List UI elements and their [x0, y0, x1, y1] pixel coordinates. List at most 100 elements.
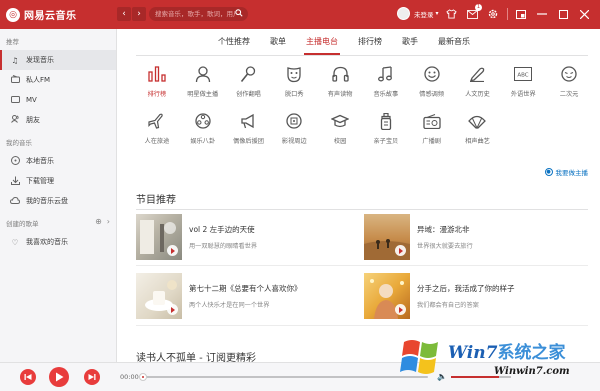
user-login[interactable]: 未登录 ▾ — [397, 7, 439, 20]
category-star-host[interactable]: 明星做主播 — [180, 63, 226, 98]
microphone-icon — [238, 63, 258, 85]
user-name[interactable]: 未登录 — [414, 9, 434, 19]
sidebar-section-recommend: 推荐 — [6, 38, 19, 46]
radio-set-icon — [422, 110, 442, 132]
tab-charts[interactable]: 排行榜 — [358, 29, 382, 55]
category-crosstalk-opera[interactable]: 相声曲艺 — [455, 110, 501, 145]
mail-icon[interactable]: 1 — [464, 4, 482, 21]
category-emotion-fm[interactable]: 情感调频 — [409, 63, 455, 98]
category-label: 音乐故事 — [373, 91, 399, 98]
program-title[interactable]: 第七十二期《总要有个人喜欢你》 — [189, 283, 302, 294]
play-icon[interactable] — [167, 304, 178, 315]
category-campus[interactable]: 校园 — [317, 110, 363, 145]
play-icon[interactable] — [395, 304, 406, 315]
search-input[interactable] — [155, 10, 235, 18]
program-subtitle: 世界很大就要去旅行 — [417, 243, 473, 250]
program-card[interactable]: vol 2 左手边的天使 用一双聪慧的眼睛看世界 — [136, 214, 356, 260]
sidebar-section-label: 创建的歌单 — [6, 220, 39, 228]
back-button[interactable]: ‹ — [117, 7, 131, 21]
program-thumbnail[interactable] — [136, 214, 182, 260]
category-travel[interactable]: 人在旅途 — [134, 110, 180, 145]
sidebar-item-cloud-disk[interactable]: 我的音乐云盘 — [0, 191, 116, 211]
category-label: 人文历史 — [465, 91, 490, 98]
collapse-icon[interactable]: › — [107, 217, 110, 226]
category-anime[interactable]: 二次元 — [546, 63, 592, 98]
volume-icon[interactable]: 🔈 — [437, 372, 447, 381]
player-bar: 00:00 🔈 — [0, 362, 600, 391]
tab-artists[interactable]: 歌手 — [402, 29, 418, 55]
category-parenting[interactable]: 亲子宝贝 — [363, 110, 409, 145]
graduation-cap-icon — [330, 110, 350, 132]
app-logo[interactable]: ◎ 网易云音乐 — [6, 7, 77, 22]
minimize-icon[interactable] — [534, 7, 550, 21]
tab-new-music[interactable]: 最新音乐 — [438, 29, 470, 55]
mv-icon — [10, 95, 20, 105]
program-subtitle: 两个人快乐才是在同一个世界 — [189, 302, 270, 309]
sidebar-item-liked-music[interactable]: ♡ 我喜欢的音乐 — [0, 232, 116, 252]
avatar[interactable] — [397, 7, 410, 20]
program-card[interactable]: 第七十二期《总要有个人喜欢你》 两个人快乐才是在同一个世界 — [136, 273, 356, 319]
add-playlist-icon[interactable]: ⊕ — [95, 217, 102, 226]
tab-dj-radio[interactable]: 主播电台 — [304, 29, 340, 55]
category-humanities-history[interactable]: 人文历史 — [455, 63, 501, 98]
previous-track-button[interactable] — [20, 369, 36, 385]
radio-icon — [10, 75, 20, 85]
sidebar-item-local-music[interactable]: 本地音乐 — [0, 151, 116, 171]
category-radio-drama[interactable]: 广播剧 — [409, 110, 455, 145]
category-music-story[interactable]: 音乐故事 — [363, 63, 409, 98]
category-cover-creation[interactable]: 创作翻唱 — [226, 63, 272, 98]
skin-icon[interactable] — [443, 7, 459, 21]
category-label: 二次元 — [559, 91, 579, 98]
category-talk-show[interactable]: 脱口秀 — [271, 63, 317, 98]
tab-personal-recommend[interactable]: 个性推荐 — [218, 29, 250, 55]
category-label: 创作翻唱 — [236, 91, 261, 98]
mail-badge: 1 — [474, 4, 482, 11]
volume-slider[interactable] — [451, 376, 511, 378]
progress-knob[interactable] — [139, 373, 147, 381]
next-track-button[interactable] — [84, 369, 100, 385]
search-box[interactable] — [149, 7, 248, 21]
category-label: 相声曲艺 — [465, 138, 490, 145]
program-thumbnail[interactable] — [136, 273, 182, 319]
program-thumbnail[interactable] — [364, 214, 410, 260]
tab-playlists[interactable]: 歌单 — [270, 29, 286, 55]
program-thumbnail[interactable] — [364, 273, 410, 319]
category-label: 娱乐八卦 — [190, 138, 216, 145]
sidebar-item-download[interactable]: 下载管理 — [0, 171, 116, 191]
category-idol-fanclub[interactable]: 偶像后援团 — [226, 110, 272, 145]
program-card[interactable]: 分手之后，我活成了你的样子 我们都会有自己的答案 — [364, 273, 584, 319]
become-host-link[interactable]: ● 我要做主播 — [544, 167, 589, 177]
mini-mode-icon[interactable] — [513, 7, 529, 21]
settings-gear-icon[interactable] — [485, 7, 501, 21]
become-host-label[interactable]: 我要做主播 — [556, 167, 589, 177]
program-title[interactable]: 异域：漫游北非 — [417, 224, 473, 235]
sidebar-item-mv[interactable]: MV — [0, 90, 116, 110]
play-icon[interactable] — [167, 245, 178, 256]
smile-icon — [422, 63, 442, 85]
play-icon[interactable] — [395, 245, 406, 256]
close-icon[interactable] — [576, 7, 592, 21]
play-button[interactable] — [49, 367, 69, 387]
category-label: 偶像后援团 — [233, 138, 264, 145]
sidebar-item-personal-fm[interactable]: 私人FM — [0, 70, 116, 90]
category-ranking[interactable]: 排行榜 — [134, 63, 180, 98]
svg-text:ABC: ABC — [518, 73, 529, 79]
progress-slider[interactable] — [139, 373, 428, 381]
sidebar-item-label: 朋友 — [26, 116, 40, 124]
disc-icon — [10, 155, 20, 167]
forward-button[interactable]: › — [132, 7, 146, 21]
sidebar-item-friends[interactable]: 朋友 — [0, 110, 116, 130]
category-entertainment-gossip[interactable]: 娱乐八卦 — [180, 110, 226, 145]
mask-icon — [284, 63, 304, 85]
search-icon[interactable] — [235, 9, 243, 19]
tab-bar: 个性推荐 歌单 主播电台 排行榜 歌手 最新音乐 — [118, 29, 600, 55]
sidebar-item-discover-music[interactable]: ♫ 发现音乐 — [0, 50, 116, 70]
current-time: 00:00 — [120, 373, 139, 381]
program-card[interactable]: 异域：漫游北非 世界很大就要去旅行 — [364, 214, 584, 260]
category-foreign-language[interactable]: ABC 外语世界 — [500, 63, 546, 98]
program-title[interactable]: vol 2 左手边的天使 — [189, 224, 257, 235]
category-audiobook[interactable]: 有声读物 — [317, 63, 363, 98]
maximize-icon[interactable] — [555, 7, 571, 21]
program-title[interactable]: 分手之后，我活成了你的样子 — [417, 283, 515, 294]
category-film-tv[interactable]: 影视周边 — [271, 110, 317, 145]
